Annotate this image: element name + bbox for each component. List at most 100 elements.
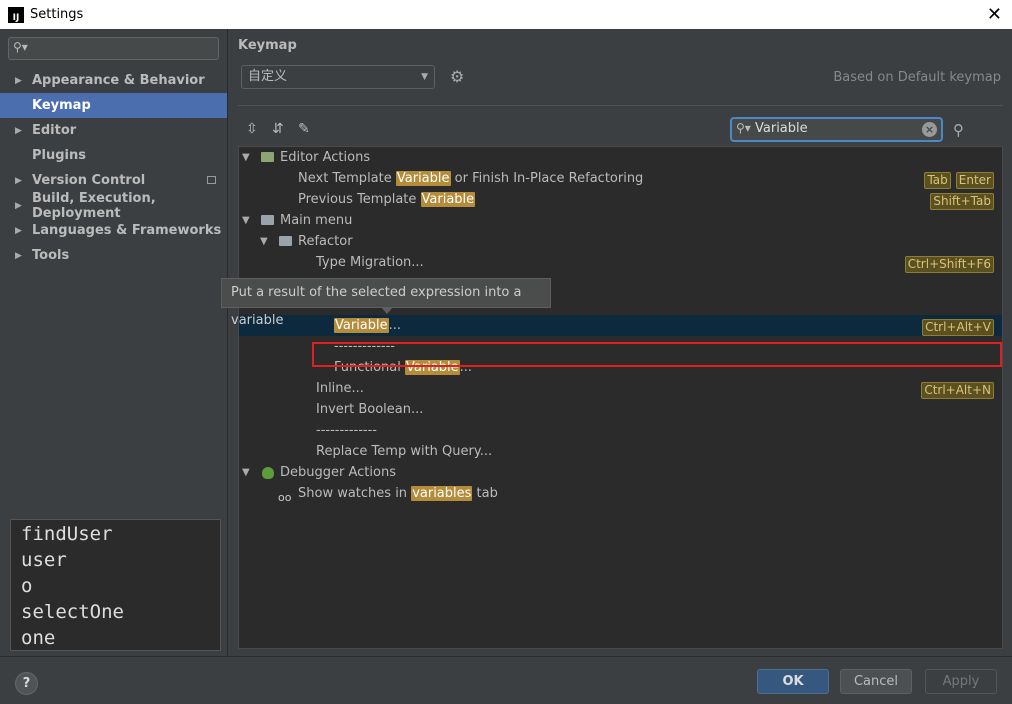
sidebar-item-languages-frameworks[interactable]: ▶ Languages & Frameworks (0, 218, 227, 243)
expand-arrow-icon[interactable]: ▼ (242, 147, 250, 168)
action-label: or Finish In-Place Refactoring (450, 171, 644, 186)
tree-row-selected[interactable]: Variable... Ctrl+Alt+V (239, 315, 1002, 336)
shortcut-badge: Ctrl+Alt+N (921, 382, 994, 399)
sidebar-item-version-control[interactable]: ▶ Version Control (0, 168, 227, 193)
close-icon[interactable]: ✕ (987, 4, 1002, 25)
expand-arrow-icon[interactable]: ▶ (15, 251, 22, 261)
completion-item[interactable]: o (21, 573, 210, 599)
expand-arrow-icon[interactable]: ▼ (242, 462, 250, 483)
completion-item[interactable]: user (21, 547, 210, 573)
action-label: tab (472, 486, 498, 501)
action-label: ... (388, 318, 402, 333)
tree-row[interactable]: oo Show watches in variables tab (239, 483, 1002, 504)
action-label: Show watches in (298, 486, 412, 501)
tree-node-main-menu[interactable]: ▼ Main menu (239, 210, 1002, 231)
edit-pencil-icon[interactable]: ✎ (298, 121, 310, 137)
tree-row[interactable]: Type Migration... Ctrl+Shift+F6 (239, 252, 1002, 273)
expand-arrow-icon[interactable]: ▶ (15, 126, 22, 136)
page-title: Keymap (238, 38, 297, 53)
intellij-app-icon: IJ (8, 6, 24, 23)
window-title: Settings (30, 7, 84, 22)
gear-icon[interactable]: ⚙ (450, 67, 464, 86)
keymap-filter-input[interactable]: ⚲▾ Variable × (730, 117, 943, 142)
completion-item[interactable]: one (21, 625, 210, 651)
settings-sidebar: ⚲▾ ▶ Appearance & Behavior Keymap ▶ Edit… (0, 29, 228, 656)
dialog-footer: ? OK Cancel Apply (0, 656, 1012, 704)
help-button[interactable]: ? (15, 672, 38, 695)
keymap-panel: Keymap 自定义 ▼ ⚙ Based on Default keymap ⇳… (229, 29, 1012, 656)
expand-arrow-icon[interactable]: ▶ (15, 201, 22, 211)
action-label: Invert Boolean... (316, 402, 424, 417)
completion-popup: findUser user o selectOne one (10, 519, 221, 651)
action-label: Next Template (298, 171, 396, 186)
sidebar-item-tools[interactable]: ▶ Tools (0, 243, 227, 268)
tree-row-separator: ------------- (239, 420, 1002, 441)
ok-button[interactable]: OK (757, 669, 829, 694)
collapse-all-icon[interactable]: ⇵ (272, 121, 284, 137)
apply-button[interactable]: Apply (925, 669, 997, 694)
tree-node-editor-actions[interactable]: ▼ Editor Actions (239, 147, 1002, 168)
tree-row[interactable]: Inline... Ctrl+Alt+N (239, 378, 1002, 399)
glasses-icon: oo (278, 491, 292, 504)
action-label: Replace Temp with Query... (316, 444, 493, 459)
action-label: Inline... (316, 381, 364, 396)
expand-arrow-icon[interactable]: ▶ (15, 76, 22, 86)
shortcut-badge: Enter (955, 172, 994, 189)
expand-arrow-icon[interactable]: ▼ (260, 231, 268, 252)
sidebar-item-editor[interactable]: ▶ Editor (0, 118, 227, 143)
sidebar-item-label: Languages & Frameworks (32, 223, 222, 238)
tree-row[interactable]: Replace Temp with Query... (239, 441, 1002, 462)
sidebar-search-input[interactable]: ⚲▾ (8, 37, 219, 60)
chevron-down-icon: ▼ (421, 72, 428, 82)
clear-icon[interactable]: × (922, 122, 937, 137)
completion-item[interactable]: selectOne (21, 599, 210, 625)
tree-row[interactable]: Next Template Variable or Finish In-Plac… (239, 168, 1002, 189)
filter-value: Variable (755, 121, 808, 136)
copy-icon (207, 176, 216, 184)
expand-arrow-icon[interactable]: ▶ (15, 176, 22, 186)
search-highlight: Variable (334, 318, 389, 333)
bug-icon (262, 467, 274, 479)
cancel-button[interactable]: Cancel (840, 669, 912, 694)
menu-folder-icon (261, 215, 274, 225)
sidebar-item-label: Editor (32, 123, 77, 138)
search-icon: ⚲▾ (13, 40, 28, 54)
tree-node-label: Main menu (280, 213, 353, 228)
expand-all-icon[interactable]: ⇳ (246, 121, 258, 137)
tooltip-arrow (381, 307, 393, 314)
sidebar-item-appearance-behavior[interactable]: ▶ Appearance & Behavior (0, 68, 227, 93)
find-by-shortcut-icon[interactable]: ⚲ (953, 121, 964, 139)
shortcut-badge: Shift+Tab (930, 193, 994, 210)
sidebar-item-build-execution-deployment[interactable]: ▶ Build, Execution, Deployment (0, 190, 227, 221)
tree-node-label: Refactor (298, 234, 353, 249)
tree-node-label: Editor Actions (280, 150, 371, 165)
shortcut-badge: Ctrl+Alt+V (922, 319, 994, 336)
search-highlight: Variable (395, 171, 451, 186)
keymap-select[interactable]: 自定义 ▼ (241, 65, 435, 89)
shortcut-badge: Ctrl+Shift+F6 (904, 256, 994, 273)
title-bar: IJ Settings ✕ (0, 0, 1012, 29)
sidebar-item-label: Build, Execution, Deployment (32, 190, 156, 221)
expand-arrow-icon[interactable]: ▼ (242, 210, 250, 231)
tree-node-refactor[interactable]: ▼ Refactor (239, 231, 1002, 252)
sidebar-item-keymap[interactable]: Keymap (0, 93, 227, 118)
completion-item[interactable]: findUser (21, 521, 210, 547)
tree-row[interactable]: Invert Boolean... (239, 399, 1002, 420)
action-label: Previous Template (298, 192, 421, 207)
shortcut-badge: Tab (924, 172, 951, 189)
sidebar-item-label: Appearance & Behavior (32, 73, 205, 88)
search-icon: ⚲▾ (736, 121, 751, 135)
editor-folder-icon (261, 152, 274, 162)
divider (238, 105, 1003, 106)
tree-node-debugger-actions[interactable]: ▼ Debugger Actions (239, 462, 1002, 483)
search-highlight: Variable (420, 192, 476, 207)
search-highlight: variables (411, 486, 473, 501)
keymap-select-value: 自定义 (248, 69, 288, 84)
sidebar-item-label: Plugins (32, 148, 86, 163)
tree-node-label: Debugger Actions (280, 465, 396, 480)
expand-arrow-icon[interactable]: ▶ (15, 226, 22, 236)
keymap-action-tree[interactable]: ▼ Editor Actions Next Template Variable … (238, 146, 1003, 649)
tree-row[interactable]: Previous Template Variable Shift+Tab (239, 189, 1002, 210)
sidebar-item-plugins[interactable]: Plugins (0, 143, 227, 168)
sidebar-item-label: Version Control (32, 173, 146, 188)
